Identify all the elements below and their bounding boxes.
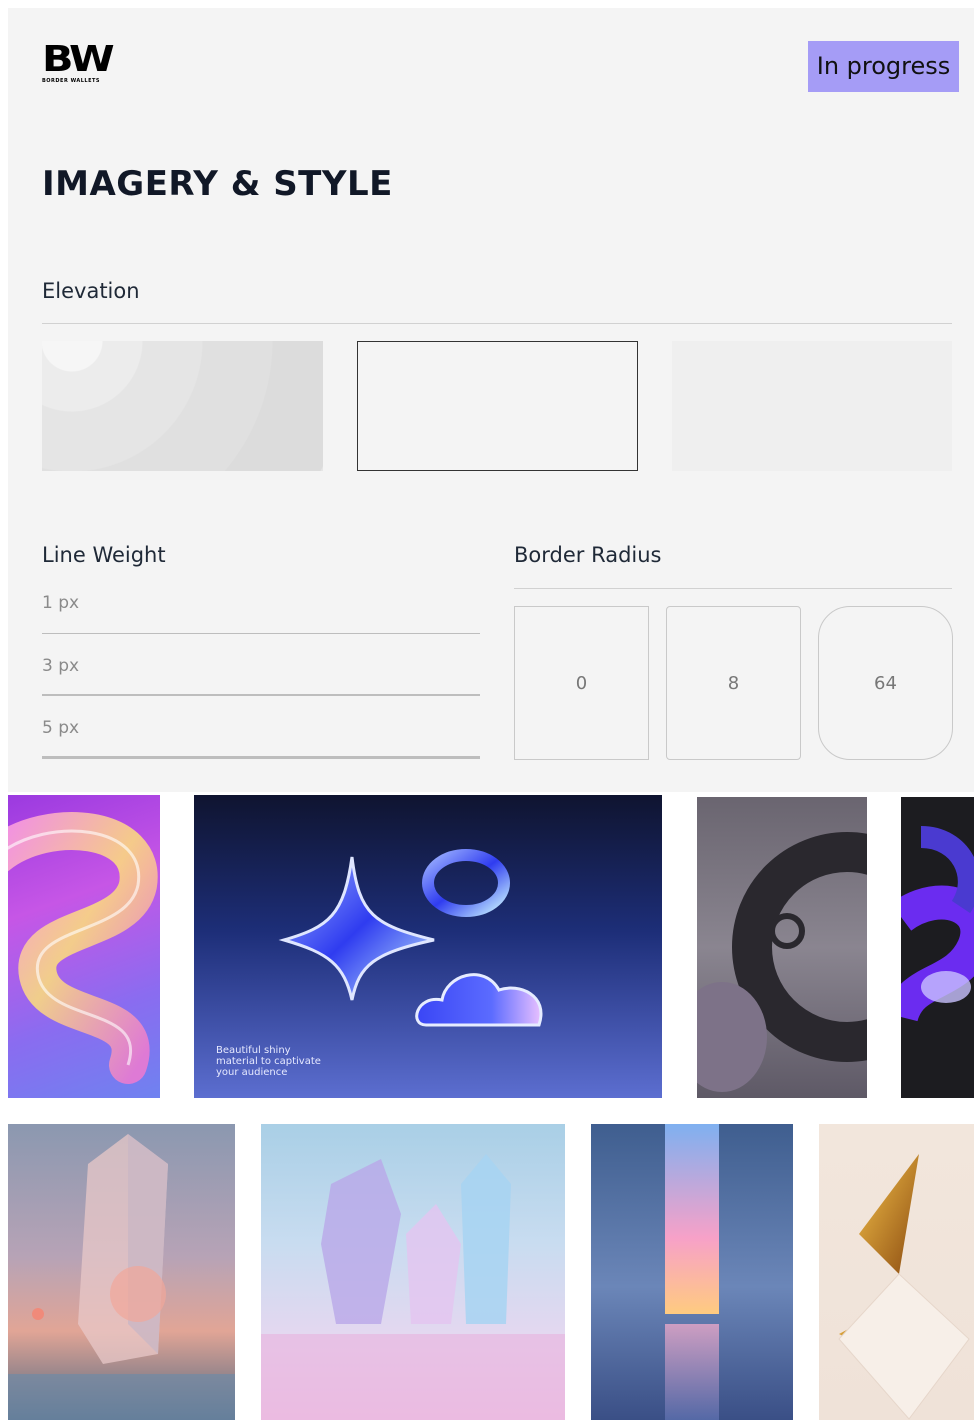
radius-64-sample: 64	[818, 606, 953, 760]
radius-0-sample: 0	[514, 606, 649, 760]
crystals-art	[261, 1154, 565, 1420]
portal-light	[665, 1124, 719, 1314]
gallery-image-crystal-monolith	[8, 1124, 235, 1420]
logo-mark: BW	[42, 39, 115, 80]
line-weight-5px-label: 5 px	[42, 718, 80, 738]
gallery-image-purple-knot	[901, 797, 974, 1098]
line-weight-heading: Line Weight	[42, 543, 166, 567]
gold-prisms-art	[838, 1154, 970, 1420]
gallery-image-crystals	[261, 1124, 565, 1420]
gallery-image-glass-shapes: Beautiful shiny material to captivate yo…	[194, 795, 662, 1098]
monolith-art	[8, 1134, 235, 1420]
portal-reflection	[665, 1324, 719, 1420]
purple-knot-art	[901, 826, 974, 1023]
elevation-sample-outline	[357, 341, 638, 471]
gallery-image-dark-chain	[697, 797, 867, 1098]
elevation-divider	[42, 323, 952, 324]
radius-8-sample: 8	[666, 606, 801, 760]
gallery-image-iridescent-ribbon	[8, 795, 160, 1098]
line-weight-5px-sample	[42, 756, 480, 759]
border-radius-heading: Border Radius	[514, 543, 662, 567]
line-weight-3px-sample	[42, 694, 480, 696]
elevation-sample-gradient	[42, 341, 323, 471]
status-badge: In progress	[808, 41, 959, 92]
line-weight-1px-label: 1 px	[42, 593, 80, 613]
radius-0-label: 0	[575, 672, 588, 694]
radius-8-label: 8	[727, 672, 740, 694]
border-radius-divider	[514, 588, 952, 589]
page-title: IMAGERY & STYLE	[42, 164, 393, 204]
border-wallets-logo: BW BORDER WALLETS	[42, 42, 115, 88]
dark-chain-art	[697, 832, 867, 1092]
line-weight-3px-label: 3 px	[42, 656, 80, 676]
glass-card-caption: Beautiful shiny material to captivate yo…	[216, 1045, 321, 1078]
elevation-heading: Elevation	[42, 279, 140, 303]
gallery-image-gold-prisms	[819, 1124, 974, 1420]
radius-64-label: 64	[874, 672, 897, 694]
gallery-image-light-portal	[591, 1124, 793, 1420]
elevation-sample-flat	[672, 341, 952, 471]
ribbon-art	[8, 812, 158, 1084]
line-weight-1px-sample	[42, 633, 480, 634]
